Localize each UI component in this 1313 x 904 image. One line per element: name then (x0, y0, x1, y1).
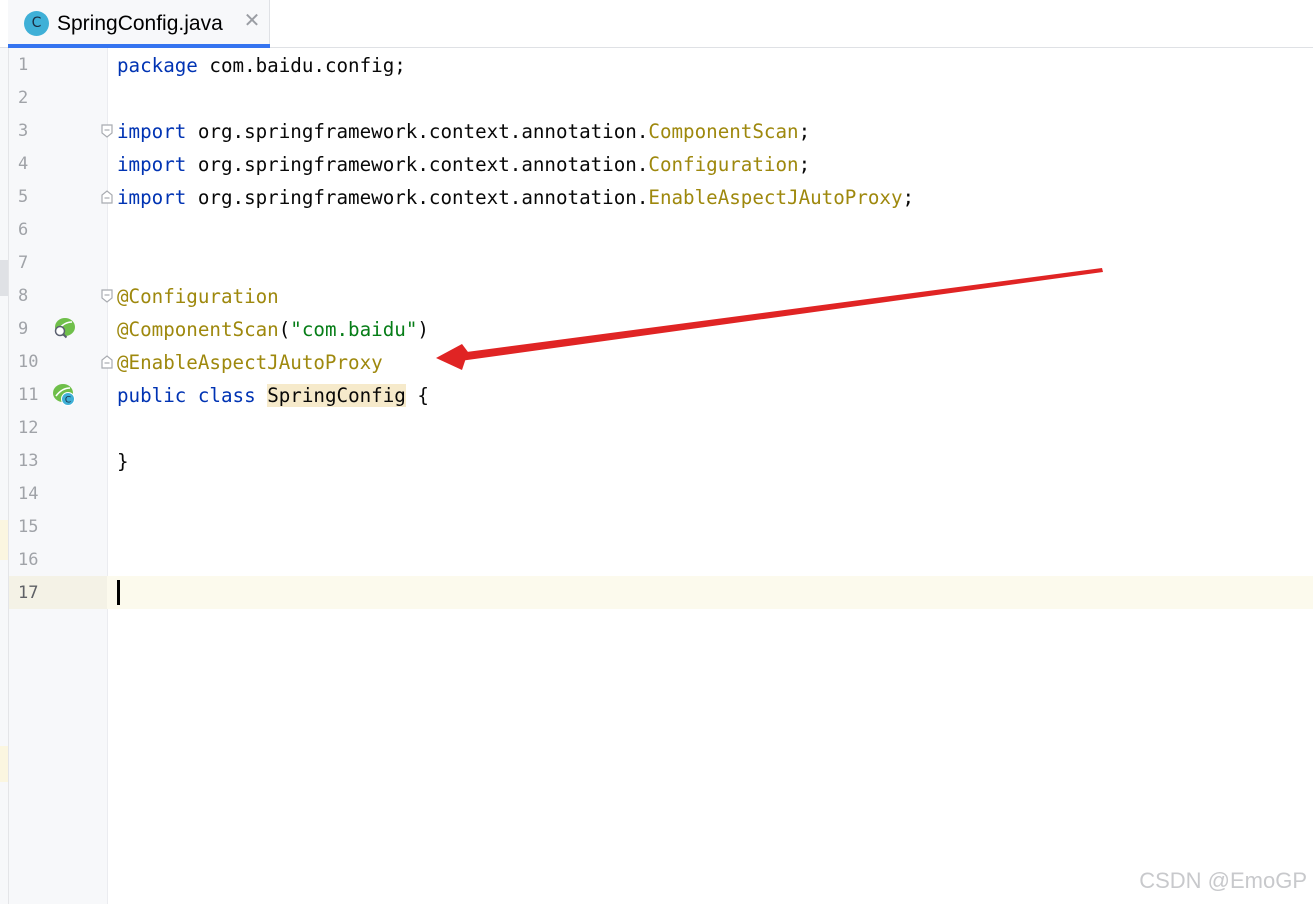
editor-tab-bar: C SpringConfig.java ✕ (0, 0, 1313, 48)
tab-title: SpringConfig.java (57, 12, 223, 35)
code-token: @Configuration (117, 285, 279, 308)
fold-start-icon[interactable] (100, 123, 114, 139)
line-number: 7 (18, 253, 29, 273)
code-token: org.springframework.context.annotation. (186, 153, 649, 176)
code-token: ) (417, 318, 429, 341)
text-caret (117, 580, 120, 605)
code-line[interactable]: 12 (0, 412, 1313, 445)
code-line[interactable]: 3 import org.springframework.context.anno… (0, 115, 1313, 148)
code-text[interactable]: import org.springframework.context.annot… (117, 148, 810, 181)
line-number: 1 (18, 55, 29, 75)
code-token: EnableAspectJAutoProxy (648, 186, 903, 209)
code-line[interactable]: 16 (0, 544, 1313, 577)
line-number: 12 (18, 418, 39, 438)
code-line[interactable]: 17 (0, 577, 1313, 610)
code-token: org.springframework.context.annotation. (186, 186, 649, 209)
code-token: import (117, 186, 187, 209)
code-line[interactable]: 9 @ComponentScan("com.baidu") (0, 313, 1313, 346)
fold-end-icon[interactable] (100, 354, 114, 370)
line-number: 10 (18, 352, 39, 372)
code-text[interactable]: @ComponentScan("com.baidu") (117, 313, 429, 346)
line-number: 16 (18, 550, 39, 570)
line-number: 15 (18, 517, 39, 537)
code-text[interactable]: @EnableAspectJAutoProxy (117, 346, 383, 379)
code-token: import (117, 120, 187, 143)
code-token: SpringConfig (267, 384, 406, 407)
code-token: { (405, 384, 429, 407)
code-line[interactable]: 2 (0, 82, 1313, 115)
svg-text:C: C (65, 396, 71, 406)
code-token: ; (798, 153, 811, 176)
code-text[interactable]: import org.springframework.context.annot… (117, 115, 810, 148)
code-token: Configuration (648, 153, 799, 176)
tab-springconfig-java[interactable]: C SpringConfig.java ✕ (8, 0, 270, 48)
line-number: 14 (18, 484, 39, 504)
line-number: 8 (18, 286, 29, 306)
code-token: ( (278, 318, 291, 341)
code-token: ; (798, 120, 811, 143)
code-token: @ComponentScan (117, 318, 279, 341)
line-number: 5 (18, 187, 29, 207)
code-text[interactable]: package com.baidu.config; (117, 49, 406, 82)
code-line[interactable]: 11 public class SpringConfig { (0, 379, 1313, 412)
code-text[interactable]: } (117, 445, 129, 478)
code-token: ; (902, 186, 915, 209)
code-line[interactable]: 7 (0, 247, 1313, 280)
code-token: } (117, 450, 129, 473)
code-token: org.springframework.context.annotation. (186, 120, 649, 143)
code-text[interactable]: import org.springframework.context.annot… (117, 181, 914, 214)
code-token: public (117, 384, 187, 407)
fold-end-icon[interactable] (100, 189, 114, 205)
code-line[interactable]: 5 import org.springframework.context.anno… (0, 181, 1313, 214)
code-line[interactable]: 4 import org.springframework.context.anno… (0, 148, 1313, 181)
code-line[interactable]: 15 (0, 511, 1313, 544)
line-number: 6 (18, 220, 29, 240)
spring-bean-class-icon[interactable]: C (52, 383, 76, 407)
line-number: 4 (18, 154, 29, 174)
code-token: com.baidu.config; (197, 54, 406, 77)
code-token: import (117, 153, 187, 176)
code-token: "com.baidu" (290, 318, 418, 341)
code-token: @EnableAspectJAutoProxy (117, 351, 383, 374)
fold-start-icon[interactable] (100, 288, 114, 304)
code-token: ComponentScan (648, 120, 799, 143)
close-icon[interactable]: ✕ (242, 10, 262, 30)
code-line[interactable]: 13} (0, 445, 1313, 478)
code-line[interactable]: 10 @EnableAspectJAutoProxy (0, 346, 1313, 379)
code-token: class (197, 384, 256, 407)
java-class-icon: C (24, 11, 49, 36)
code-line[interactable]: 6 (0, 214, 1313, 247)
watermark: CSDN @EmoGP (1139, 868, 1307, 893)
code-line[interactable]: 1 package com.baidu.config; (0, 49, 1313, 82)
line-number: 17 (18, 583, 39, 603)
side-panel-marker (0, 746, 8, 782)
line-number: 3 (18, 121, 29, 141)
code-token: package (117, 54, 198, 77)
ide-editor-window: C SpringConfig.java ✕ 1 package com.baidu… (0, 0, 1313, 904)
spring-bean-search-icon[interactable] (52, 316, 76, 340)
line-number: 2 (18, 88, 29, 108)
code-text[interactable]: public class SpringConfig { (117, 379, 429, 412)
code-line[interactable]: 8 @Configuration (0, 280, 1313, 313)
line-number: 13 (18, 451, 39, 471)
code-text[interactable]: @Configuration (117, 280, 279, 313)
code-line[interactable]: 14 (0, 478, 1313, 511)
